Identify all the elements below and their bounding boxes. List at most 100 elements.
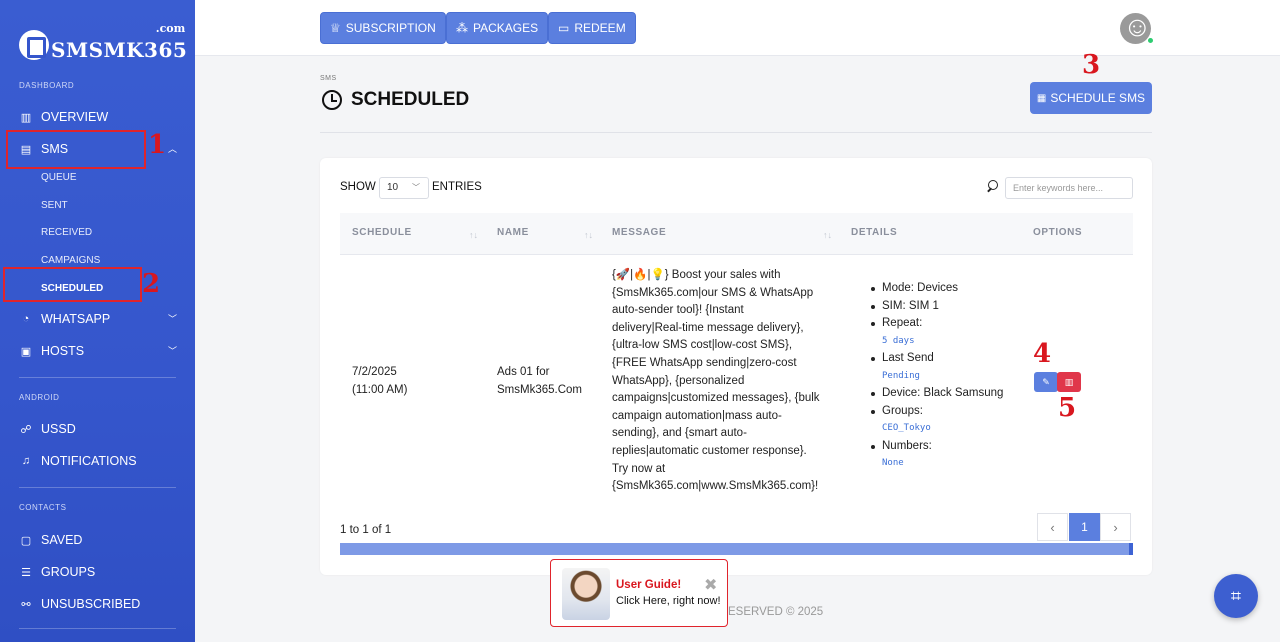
sort-icon[interactable]: ↑↓ [584, 230, 593, 240]
horizontal-scrollbar[interactable] [340, 543, 1133, 555]
message-line: replies|automatic customer response}. [612, 444, 807, 457]
sidebar-item-label: HOSTS [41, 344, 85, 358]
detail-repeat-label: Repeat: [869, 315, 1003, 333]
message-line: {FREE WhatsApp sending|zero-cost [612, 356, 797, 369]
pagination-page[interactable]: 1 [1069, 513, 1100, 541]
sidebar-item-ussd[interactable]: ☍ USSD [19, 418, 179, 440]
cell-message: {🚀|🔥|💡} Boost your sales with {SmsMk365.… [612, 267, 832, 496]
sort-icon[interactable]: ↑↓ [469, 230, 478, 240]
sort-icon[interactable]: ↑↓ [823, 230, 832, 240]
callout-3: 3 [1082, 50, 1101, 80]
sidebar-item-label: GROUPS [41, 565, 96, 579]
contact-card-icon: ▢ [20, 534, 32, 547]
column-header-schedule[interactable]: SCHEDULE [352, 227, 412, 238]
chevron-down-icon: ﹀ [167, 314, 177, 324]
sidebar-item-groups[interactable]: ☰ GROUPS [19, 561, 179, 583]
detail-repeat-value: 5 days [882, 335, 915, 346]
sidebar-item-label: SAVED [41, 533, 83, 547]
sidebar-item-unsubscribed[interactable]: ⚯ UNSUBSCRIBED [19, 593, 179, 615]
sidebar-item-whatsapp[interactable]: ◔ WHATSAPP ﹀ [19, 308, 179, 330]
sidebar-subitem-queue[interactable]: QUEUE [41, 172, 77, 183]
sidebar-item-label: UNSUBSCRIBED [41, 597, 141, 611]
subscription-button[interactable]: ♕ SUBSCRIPTION [320, 12, 446, 44]
close-icon[interactable]: ✖ [704, 575, 717, 595]
packages-label: PACKAGES [473, 21, 539, 35]
topbar: ♕ SUBSCRIPTION ⁂ PACKAGES ▭ REDEEM [195, 0, 1280, 56]
search-icon [985, 179, 999, 193]
sidebar-divider [19, 628, 176, 629]
column-header-message[interactable]: MESSAGE [612, 227, 666, 238]
unlink-icon: ⚯ [21, 598, 31, 611]
page-size-select[interactable]: 10 ﹀ [379, 177, 429, 199]
entries-label: ENTRIES [432, 181, 482, 193]
crown-icon: ♕ [330, 21, 341, 35]
pagination-next[interactable]: › [1100, 513, 1131, 541]
search-input[interactable] [1005, 177, 1133, 199]
sidebar-subitem-sent[interactable]: SENT [41, 200, 68, 211]
message-line: sending}, and {smart auto- [612, 427, 747, 440]
detail-sim: SIM: SIM 1 [869, 298, 1003, 316]
sidebar-item-saved[interactable]: ▢ SAVED [19, 529, 179, 551]
callout-5: 5 [1058, 393, 1077, 423]
schedule-date: 7/2/2025 [352, 366, 397, 378]
schedule-sms-label: SCHEDULE SMS [1050, 91, 1146, 105]
sidebar-item-hosts[interactable]: ▣ HOSTS ﹀ [19, 340, 179, 362]
translate-fab-button[interactable]: ⌗ [1214, 574, 1258, 618]
packages-button[interactable]: ⁂ PACKAGES [446, 12, 549, 44]
section-dashboard: DASHBOARD [19, 81, 75, 90]
cell-details: Mode: Devices SIM: SIM 1 Repeat: 5 days … [869, 280, 1003, 473]
redeem-label: REDEEM [574, 21, 626, 35]
user-guide-subtitle: Click Here, right now! [616, 595, 721, 607]
page-size-value: 10 [387, 182, 399, 193]
chevron-up-icon: ︿ [167, 144, 177, 154]
message-line: campaign automation|mass auto- [612, 409, 782, 422]
trash-icon: ▥ [1064, 376, 1074, 387]
message-line: campaigns|customized messages}, {bulk [612, 392, 820, 405]
footer-copyright: ESERVED © 2025 [728, 606, 824, 618]
message-line: Try now at [612, 462, 666, 475]
column-header-options: OPTIONS [1033, 227, 1083, 238]
sidebar: SMSMK365 .com DASHBOARD ▥ OVERVIEW ▤ SMS… [0, 0, 195, 642]
cell-schedule: 7/2/2025 (11:00 AM) [352, 364, 407, 399]
sidebar-subitem-campaigns[interactable]: CAMPAIGNS [41, 255, 100, 266]
message-line: delivery|Real-time message delivery}, [612, 321, 804, 334]
sidebar-subitem-received[interactable]: RECEIVED [41, 227, 92, 238]
pagination-prev[interactable]: ‹ [1037, 513, 1068, 541]
sidebar-item-overview[interactable]: ▥ OVERVIEW [19, 106, 179, 128]
callout-1: 1 [148, 130, 167, 160]
show-label: SHOW [340, 181, 376, 193]
logo-icon [19, 30, 49, 60]
whatsapp-icon: ◔ [22, 313, 30, 325]
edit-button[interactable]: ✎ [1034, 372, 1058, 392]
detail-numbers-label: Numbers: [869, 438, 1003, 456]
user-guide-popup[interactable]: User Guide! Click Here, right now! ✖ [550, 559, 728, 627]
sidebar-item-label: USSD [41, 422, 76, 436]
sidebar-divider [19, 377, 176, 378]
callout-4: 4 [1033, 339, 1052, 369]
redeem-button[interactable]: ▭ REDEEM [548, 12, 636, 44]
message-line: auto-sender tool}! {Instant [612, 304, 744, 317]
table-header [340, 213, 1133, 255]
page-title: SCHEDULED [322, 89, 469, 111]
name-line: SmsMk365.Com [497, 383, 582, 396]
detail-device: Device: Black Samsung [869, 385, 1003, 403]
detail-numbers-value: None [882, 458, 904, 468]
highlight-box-scheduled [3, 267, 142, 302]
delete-button[interactable]: ▥ [1057, 372, 1081, 392]
name-line: Ads 01 for [497, 366, 550, 378]
schedule-time: (11:00 AM) [352, 383, 408, 396]
message-line: WhatsApp}, {personalized [612, 374, 745, 387]
detail-mode: Mode: Devices [869, 280, 1003, 298]
sidebar-item-notifications[interactable]: ♫ NOTIFICATIONS [19, 450, 179, 472]
schedule-sms-button[interactable]: ▦ SCHEDULE SMS [1030, 82, 1152, 114]
column-header-name[interactable]: NAME [497, 227, 529, 238]
detail-last-send-label: Last Send [869, 350, 1003, 368]
detail-groups-value: CEO_Tokyo [882, 423, 931, 433]
cell-name: Ads 01 for SmsMk365.Com [497, 364, 582, 399]
sidebar-item-label: NOTIFICATIONS [41, 454, 137, 468]
brand-logo[interactable]: SMSMK365 .com [19, 22, 187, 62]
message-line: {ultra-low SMS cost|low-cost SMS}, [612, 339, 793, 352]
detail-last-send-value: Pending [882, 370, 920, 381]
bar-chart-icon: ▥ [20, 111, 32, 124]
list-icon: ☰ [21, 566, 31, 579]
